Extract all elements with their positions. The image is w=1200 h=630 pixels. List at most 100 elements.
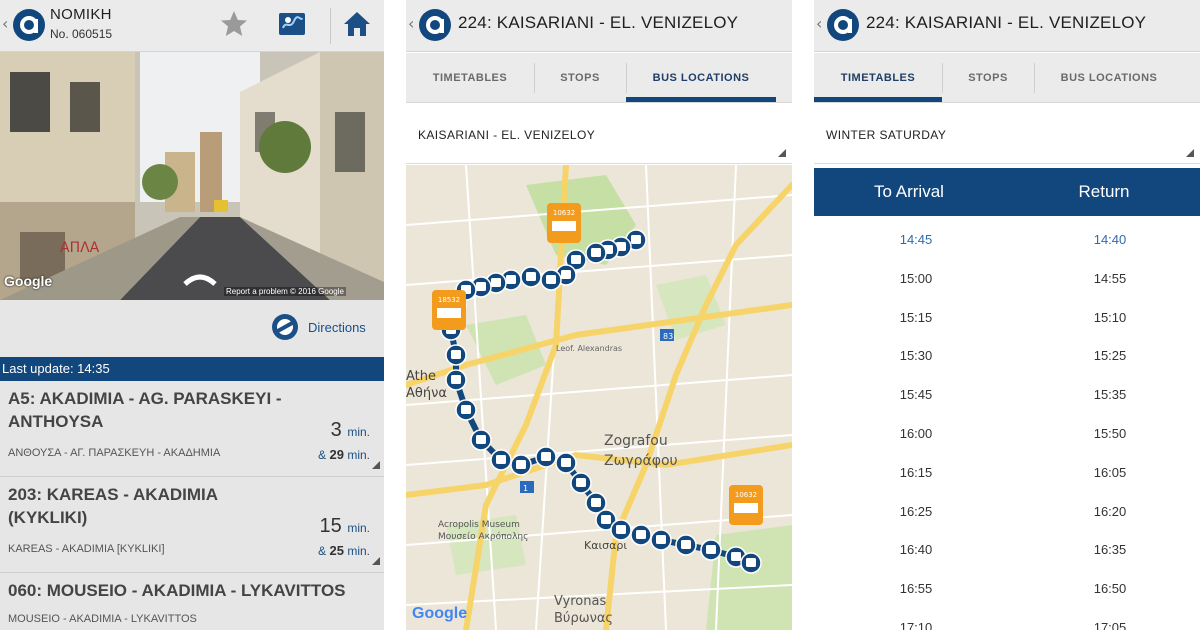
tab-stops[interactable]: STOPS xyxy=(942,53,1034,103)
arrival-time: 16:15 xyxy=(899,464,933,480)
expand-corner-icon xyxy=(372,461,380,469)
return-time: 16:20 xyxy=(1093,503,1127,519)
bus-stop-icon xyxy=(656,535,666,544)
tab-bus-locations[interactable]: BUS LOCATIONS xyxy=(1034,53,1184,103)
active-tab-indicator xyxy=(814,97,942,102)
arrival-time: 16:40 xyxy=(899,542,933,558)
route-subtitle: KAREAS - AKADIMIA [KYKLIKI] xyxy=(8,543,165,555)
bus-stop-icon xyxy=(616,525,626,534)
map-label: Ζωγράφου xyxy=(604,453,678,469)
bus-stop-icon xyxy=(461,405,471,414)
tab-stops[interactable]: STOPS xyxy=(534,53,626,103)
stop-detail-screen: ‹ ΝΟΜΙΚΗ No. 060515 ΑΠΛΑ Google Report a… xyxy=(0,0,384,630)
map-label: Βύρωνας xyxy=(554,611,613,626)
stop-number: No. 060515 xyxy=(50,27,113,41)
timetable-row: 16:15 16:05 xyxy=(814,453,1200,492)
home-icon[interactable] xyxy=(341,8,373,40)
bus-stop-icon xyxy=(706,545,716,554)
app-logo-icon[interactable] xyxy=(12,8,46,42)
bus-stop-icon xyxy=(491,278,501,287)
route-row[interactable]: 060: MOUSEIO - AKADIMIA - LYKAVITTOS MOU… xyxy=(0,573,384,630)
arrival-time: 15:00 xyxy=(899,270,933,286)
direction-select[interactable]: KAISARIANI - EL. VENIZELOY xyxy=(406,104,792,164)
timetable-row: 15:30 15:25 xyxy=(814,336,1200,375)
arrival-time: 16:00 xyxy=(899,426,933,441)
street-view-image[interactable]: ΑΠΛΑ xyxy=(0,52,384,300)
map-credit[interactable]: Report a problem © 2016 Google xyxy=(224,287,346,296)
bus-id-label: 10632 xyxy=(553,209,575,217)
bus-stop-icon xyxy=(451,375,461,384)
favorite-star-icon[interactable] xyxy=(218,8,250,40)
road-shield-label: 1 xyxy=(523,484,528,493)
bus-stop-icon xyxy=(516,460,526,469)
route-row[interactable]: A5: AKADIMIA - AG. PARASKEYI - ANTHOYSA … xyxy=(0,381,384,477)
schedule-select[interactable]: WINTER SATURDAY xyxy=(814,104,1200,164)
road-shield-label: 83 xyxy=(663,332,673,341)
bus-stop-icon xyxy=(526,272,536,281)
back-chevron-icon[interactable]: ‹ xyxy=(408,14,414,33)
bus-stop-icon xyxy=(546,275,556,284)
bus-stop-icon xyxy=(496,455,506,464)
timetable-row: 15:00 14:55 xyxy=(814,259,1200,298)
route-row[interactable]: 203: KAREAS - AKADIMIA (KYKLIKI) KAREAS … xyxy=(0,477,384,573)
timetable-row: 16:55 16:50 xyxy=(814,569,1200,608)
return-time: 16:05 xyxy=(1093,464,1127,480)
bus-stop-icon xyxy=(561,458,571,467)
app-bar: ‹ 224: KAISARIANI - EL. VENIZELOY xyxy=(814,0,1200,52)
route-title: A5: AKADIMIA - AG. PARASKEYI - ANTHOYSA xyxy=(8,389,282,431)
bus-stop-icon xyxy=(451,350,461,359)
bus-stop-icon xyxy=(561,270,571,279)
bus-stop-icon xyxy=(746,558,756,567)
return-time: 16:35 xyxy=(1093,542,1127,558)
expand-corner-icon xyxy=(372,557,380,565)
tab-bar: TIMETABLES STOPS BUS LOCATIONS xyxy=(814,53,1200,103)
bus-stop-icon xyxy=(541,452,551,461)
bus-locations-screen: ‹ 224: KAISARIANI - EL. VENIZELOY TIMETA… xyxy=(406,0,792,630)
timetable-row: 14:45 14:40 xyxy=(814,220,1200,259)
bus-stop-icon xyxy=(601,515,611,524)
map-label: Leof. Alexandras xyxy=(556,344,622,353)
bus-window xyxy=(437,308,461,318)
map-label: Zografou xyxy=(604,433,668,449)
return-time: 15:50 xyxy=(1093,426,1127,441)
return-time: 15:25 xyxy=(1093,348,1127,364)
app-bar: ‹ 224: KAISARIANI - EL. VENIZELOY xyxy=(406,0,792,52)
tab-bus-locations[interactable]: BUS LOCATIONS xyxy=(626,53,776,103)
return-time: 14:40 xyxy=(1093,232,1127,247)
bus-stop-icon xyxy=(591,498,601,507)
route-name: 224: KAISARIANI - EL. VENIZELOY xyxy=(458,13,739,32)
google-watermark: Google xyxy=(4,273,53,289)
app-logo-icon[interactable] xyxy=(418,8,452,42)
directions-button[interactable]: Directions xyxy=(270,310,366,344)
svg-text:ΑΠΛΑ: ΑΠΛΑ xyxy=(60,240,100,256)
bus-stop-icon xyxy=(506,275,516,284)
arrival-time: 15:45 xyxy=(899,387,933,403)
map-label: Μουσείο Ακρόπολης xyxy=(438,531,528,542)
map-label: Καισαρι xyxy=(584,539,627,552)
route-map[interactable]: Zografou Ζωγράφου Acropolis Museum Μουσείο … xyxy=(406,165,792,630)
return-time: 15:10 xyxy=(1093,309,1127,325)
direction-value: KAISARIANI - EL. VENIZELOY xyxy=(418,128,596,142)
timetable-row: 15:45 15:35 xyxy=(814,375,1200,414)
back-chevron-icon[interactable]: ‹ xyxy=(816,14,822,33)
bus-stop-icon xyxy=(571,255,581,264)
timetable-header: To Arrival Return xyxy=(814,168,1200,216)
route-title: 060: MOUSEIO - AKADIMIA - LYKAVITTOS xyxy=(8,581,346,600)
map-icon[interactable] xyxy=(276,8,308,40)
tab-bar: TIMETABLES STOPS BUS LOCATIONS xyxy=(406,53,792,103)
timetable-row: 16:40 16:35 xyxy=(814,530,1200,569)
route-subtitle: ΑΝΘΟΥΣΑ - ΑΓ. ΠΑΡΑΣΚΕΥΗ - ΑΚΑΔΗΜΙΑ xyxy=(8,447,221,459)
tab-timetables[interactable]: TIMETABLES xyxy=(814,53,942,103)
last-update-text: Last update: 14:35 xyxy=(2,361,110,376)
app-logo-icon[interactable] xyxy=(826,8,860,42)
timetable-row: 15:15 15:10 xyxy=(814,298,1200,337)
return-time: 17:05 xyxy=(1093,620,1127,630)
dropdown-arrow-icon xyxy=(778,149,786,157)
back-chevron-icon[interactable]: ‹ xyxy=(2,14,8,33)
timetable-row: 16:00 15:50 xyxy=(814,414,1200,453)
google-watermark: Google xyxy=(412,605,468,622)
tab-timetables[interactable]: TIMETABLES xyxy=(406,53,534,103)
arrival-time: 17:10 xyxy=(899,620,933,630)
timetable-row: 17:10 17:05 xyxy=(814,608,1200,630)
arrival-time: 14:45 xyxy=(899,232,933,247)
